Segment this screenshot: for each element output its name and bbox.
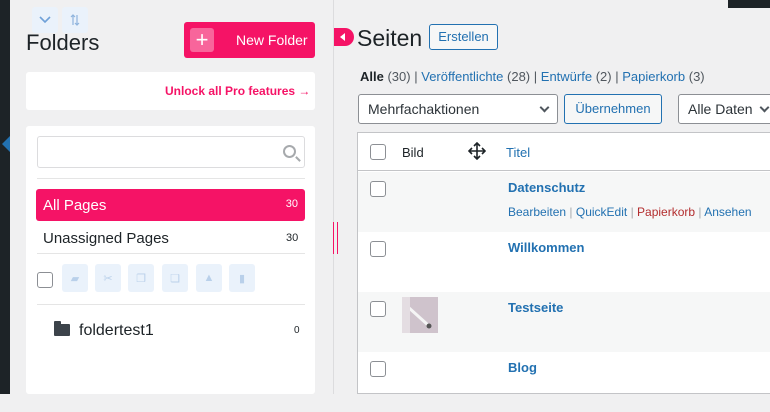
all-pages-count: 30 [285,198,298,210]
chevron-down-icon [539,102,550,113]
new-folder-button[interactable]: + New Folder [184,22,315,58]
copy-icon[interactable]: ❐ [128,264,154,292]
date-filter-select[interactable]: Alle Daten [678,94,770,124]
folder-bulk-tool-1-icon[interactable]: ▰ [62,264,88,292]
select-all-checkbox[interactable] [370,144,386,160]
filter-trash[interactable]: Papierkorb [622,69,685,84]
folder-name[interactable]: foldertest1 [79,322,154,340]
new-folder-label: New Folder [236,32,308,48]
folder-icon [54,321,70,336]
filter-drafts-count: (2) [595,69,612,84]
panel-resize-handle[interactable] [333,222,338,254]
thumbnail-image [402,297,438,333]
filter-all[interactable]: Alle [360,69,384,84]
row-checkbox[interactable] [370,241,386,257]
status-filters: Alle (30) | Veröffentlichte (28) | Entwü… [360,69,705,84]
filter-drafts[interactable]: Entwürfe [541,69,592,84]
sort-arrows-icon [70,14,80,26]
table-row: Testseite [358,292,770,352]
bulk-action-value: Mehrfachaktionen [368,101,480,117]
chevron-down-icon [759,102,770,113]
divider [37,178,305,179]
chevron-down-icon [39,16,51,24]
cut-icon[interactable]: ✂ [95,264,121,292]
search-icon [283,145,296,158]
paste-icon[interactable]: ▲ [196,264,222,292]
row-title[interactable]: Testseite [508,300,563,315]
row-checkbox[interactable] [370,301,386,317]
divider [37,253,305,254]
admin-menu-edge [0,0,10,394]
move-icon[interactable] [468,142,486,160]
filter-published[interactable]: Veröffentlichte [421,69,503,84]
date-filter-value: Alle Daten [688,101,753,117]
all-pages-item[interactable]: All Pages 30 [36,189,305,221]
create-page-button[interactable]: Erstellen [429,24,498,50]
admin-bar-edge [728,0,770,8]
divider [37,304,305,305]
view-link[interactable]: Ansehen [704,205,751,219]
row-checkbox[interactable] [370,361,386,377]
filter-published-count: (28) [507,69,531,84]
quickedit-link[interactable]: QuickEdit [576,205,627,219]
row-checkbox[interactable] [370,181,386,197]
current-menu-arrow-icon [2,136,10,152]
table-row: Blog [358,352,770,412]
folder-count: 0 [294,325,300,336]
table-row: Datenschutz Bearbeiten | QuickEdit | Pap… [358,172,770,232]
unassigned-pages-count: 30 [286,232,299,244]
collapse-all-button[interactable] [32,7,58,33]
select-all-folders-checkbox[interactable] [37,272,53,288]
folder-search-input[interactable] [37,136,305,168]
apply-button[interactable]: Übernehmen [564,94,662,124]
row-title[interactable]: Willkommen [508,240,584,255]
plus-icon: + [190,28,214,52]
filter-trash-count: (3) [688,69,705,84]
table-row: Willkommen [358,232,770,292]
folders-title: Folders [26,30,100,55]
column-title[interactable]: Titel [506,145,530,160]
row-title[interactable]: Datenschutz [508,180,585,195]
collapse-folders-button[interactable] [334,28,354,46]
page-title: Seiten [357,25,423,51]
unassigned-pages-item[interactable]: Unassigned Pages [43,230,169,247]
edit-link[interactable]: Bearbeiten [508,205,566,219]
table-header: Bild Titel [358,133,770,171]
trash-link[interactable]: Papierkorb [637,205,695,219]
unlock-pro-link[interactable]: Unlock all Pro features → [165,84,310,98]
row-actions: Bearbeiten | QuickEdit | Papierkorb | An… [508,205,752,219]
duplicate-icon[interactable]: ❏ [162,264,188,292]
delete-icon[interactable]: ▮ [229,264,255,292]
pages-table: Bild Titel Datenschutz Bearbeiten | Quic… [357,132,770,394]
column-image: Bild [402,145,424,160]
row-title[interactable]: Blog [508,360,537,375]
all-pages-label: All Pages [43,197,107,214]
sort-button[interactable] [62,7,88,33]
filter-all-count: (30) [387,69,411,84]
page-thumbnail [402,297,438,333]
bulk-action-select[interactable]: Mehrfachaktionen [358,94,558,124]
